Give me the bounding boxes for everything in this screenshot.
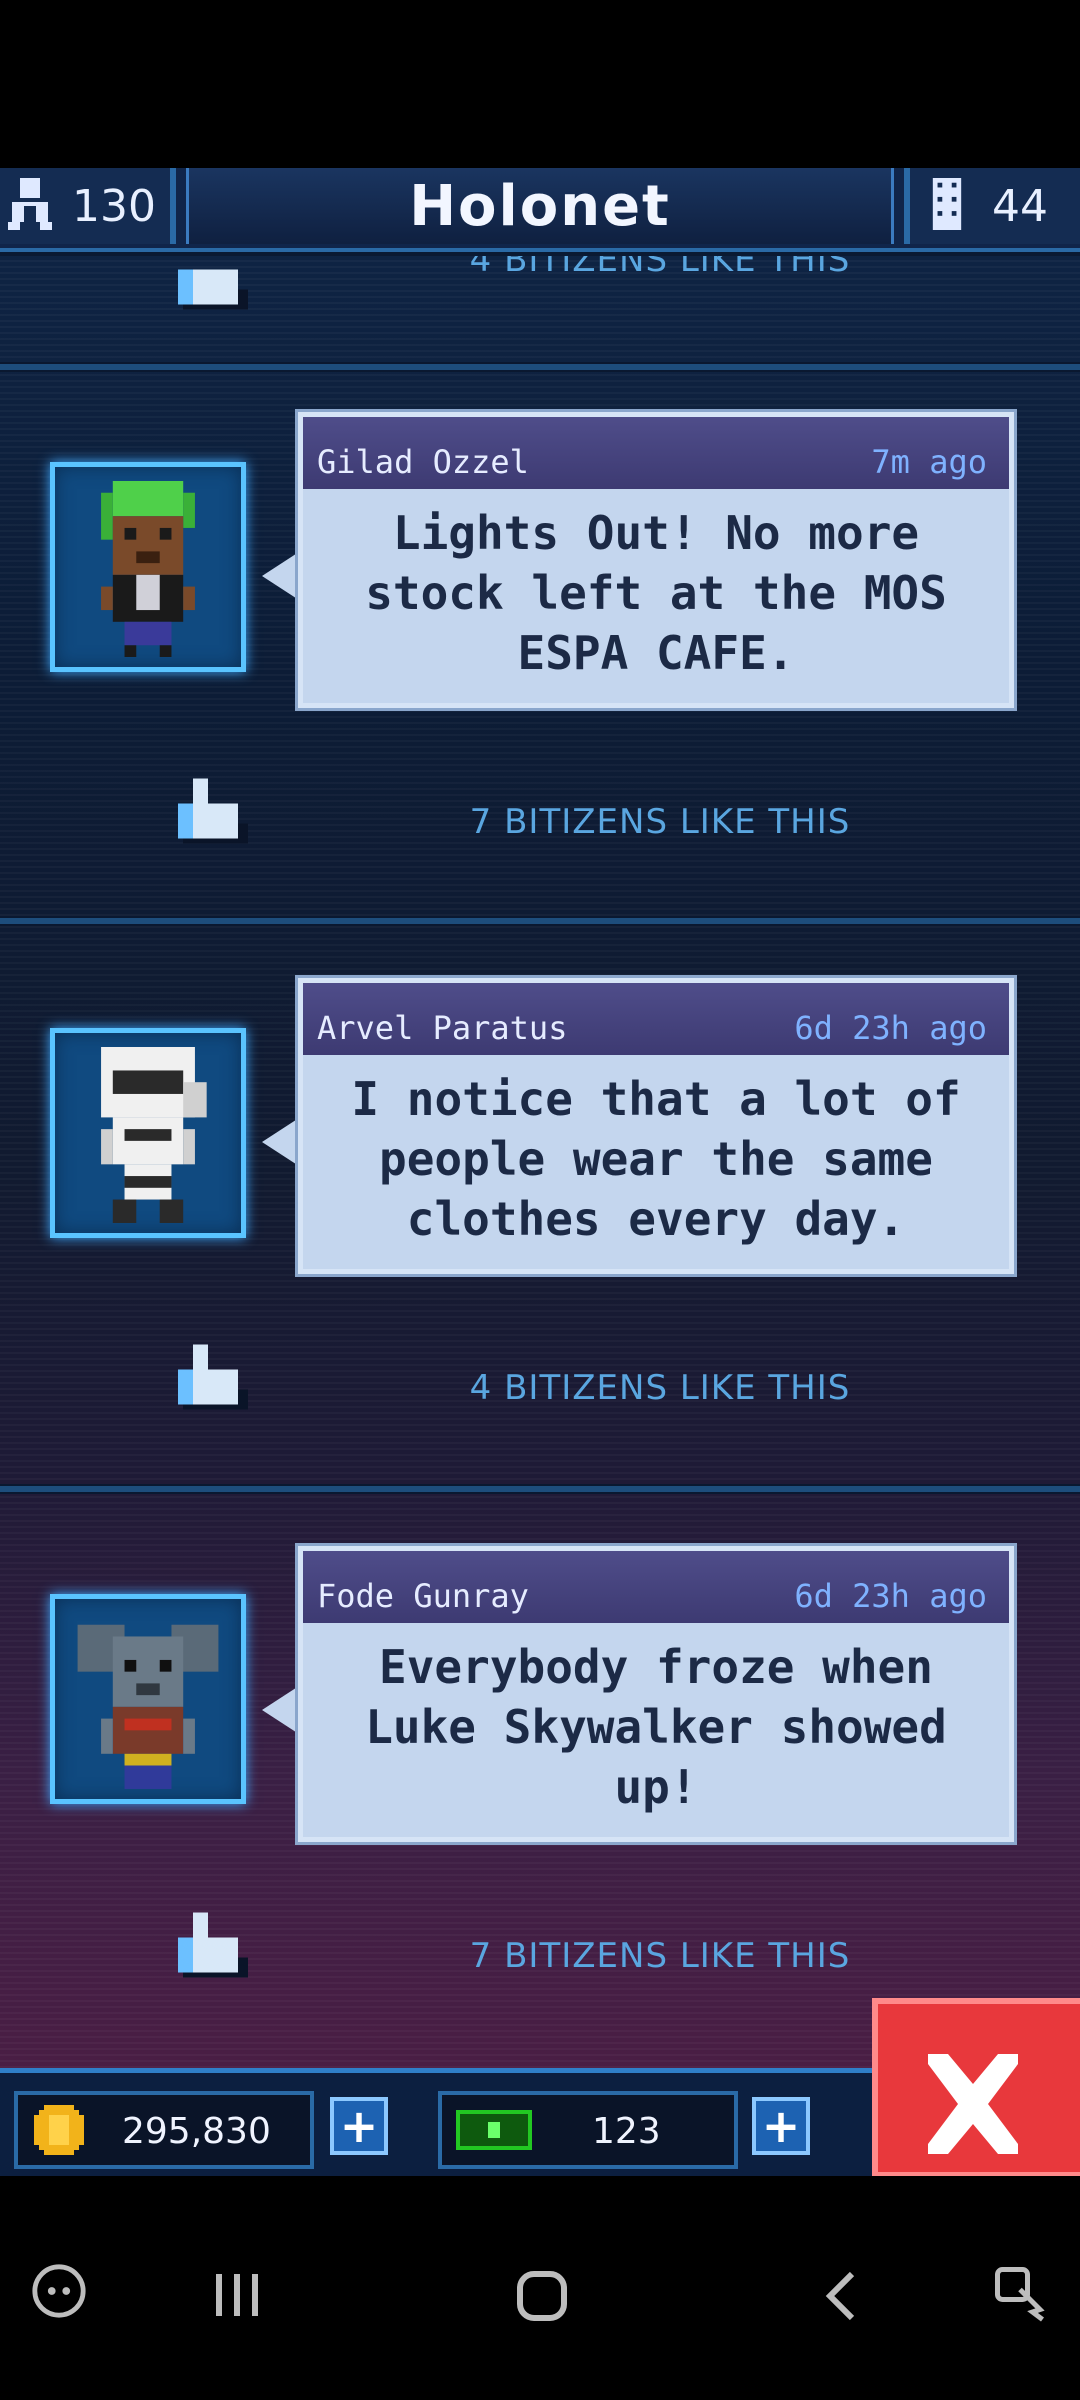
bubble-header: Gilad Ozzel 7m ago: [303, 417, 1009, 489]
post-message: Everybody froze when Luke Skywalker show…: [365, 1640, 947, 1814]
post-time: 7m ago: [871, 443, 987, 481]
close-button[interactable]: [872, 1998, 1080, 2176]
floor-count: 44: [992, 180, 1048, 232]
page-title: Holonet: [186, 168, 894, 244]
post-message: Lights Out! No more stock left at the MO…: [365, 506, 947, 680]
game-launcher-icon[interactable]: [30, 2262, 88, 2320]
likes-count: 7 BITIZENS LIKE THIS: [469, 1936, 851, 1976]
coin-amount: 295,830: [122, 2111, 271, 2152]
bubble-header: Fode Gunray 6d 23h ago: [303, 1551, 1009, 1623]
coin-counter: 295,830: [14, 2091, 314, 2169]
thumbs-up-icon[interactable]: [178, 1344, 248, 1410]
bux-counter: 123: [438, 2091, 738, 2169]
author-name[interactable]: Arvel Paratus: [317, 1009, 567, 1047]
post-bubble: Arvel Paratus 6d 23h ago I notice that a…: [298, 978, 1014, 1274]
post-message: I notice that a lot of people wear the s…: [351, 1072, 961, 1246]
buy-bux-plus-button[interactable]: +: [752, 2097, 810, 2155]
character-sprite: [101, 1047, 207, 1223]
character-sprite: [77, 1624, 219, 1789]
bubble-header: Arvel Paratus 6d 23h ago: [303, 983, 1009, 1055]
plus-icon: +: [761, 2099, 801, 2153]
population-counter[interactable]: 130: [0, 168, 176, 244]
holonet-screen: 130 Holonet 44 4 BITIZENS LIKE THIS Gila…: [0, 168, 1080, 2176]
post-time: 6d 23h ago: [794, 1577, 987, 1615]
post-bubble: Gilad Ozzel 7m ago Lights Out! No more s…: [298, 412, 1014, 708]
floor-counter[interactable]: 44: [904, 168, 1080, 244]
recent-apps-icon[interactable]: [210, 2270, 266, 2320]
person-icon: [8, 177, 52, 235]
system-nav-bar: [0, 2176, 1080, 2400]
likes-count: 4 BITIZENS LIKE THIS: [469, 1368, 851, 1408]
bux-amount: 123: [592, 2111, 661, 2152]
plus-icon: +: [339, 2099, 379, 2153]
bubble-pointer: [262, 1116, 302, 1168]
post-divider: [0, 916, 1080, 924]
buy-coins-plus-button[interactable]: +: [330, 2097, 388, 2155]
back-icon[interactable]: [820, 2268, 860, 2324]
avatar[interactable]: [50, 462, 246, 672]
character-sprite: [101, 481, 195, 657]
author-name[interactable]: Gilad Ozzel: [317, 443, 529, 481]
bubble-pointer: [262, 1684, 302, 1736]
thumbs-up-icon[interactable]: [178, 1912, 248, 1978]
bux-icon: [456, 2110, 532, 2150]
bubble-pointer: [262, 550, 302, 602]
post-bubble: Fode Gunray 6d 23h ago Everybody froze w…: [298, 1546, 1014, 1842]
thumbs-up-icon[interactable]: [178, 244, 248, 310]
post-divider: [0, 1484, 1080, 1492]
top-bar: 130 Holonet 44: [0, 168, 1080, 252]
close-icon: [928, 2054, 1018, 2154]
post-divider: [0, 362, 1080, 370]
likes-count: 7 BITIZENS LIKE THIS: [469, 802, 851, 842]
building-icon: [932, 178, 962, 234]
avatar[interactable]: [50, 1028, 246, 1238]
population-count: 130: [72, 180, 156, 232]
post-time: 6d 23h ago: [794, 1009, 987, 1047]
home-icon[interactable]: [514, 2268, 570, 2324]
avatar[interactable]: [50, 1594, 246, 1804]
thumbs-up-icon[interactable]: [178, 778, 248, 844]
author-name[interactable]: Fode Gunray: [317, 1577, 529, 1615]
status-bar: [0, 0, 1080, 168]
accessibility-icon[interactable]: [990, 2262, 1050, 2322]
coin-icon: [34, 2105, 84, 2155]
